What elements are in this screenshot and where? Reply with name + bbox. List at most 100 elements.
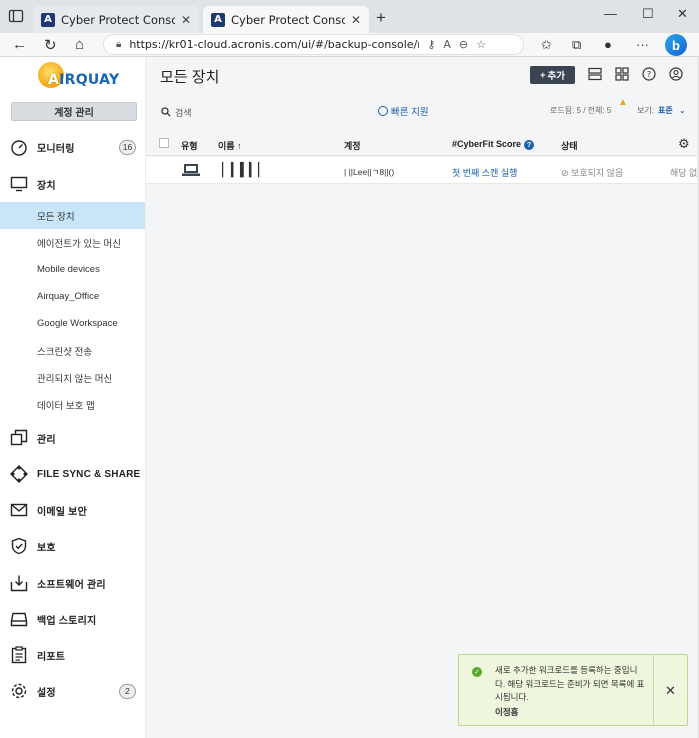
list-view-icon[interactable] <box>588 67 602 81</box>
sidebar-item-reports[interactable]: 리포트 <box>0 643 145 667</box>
address-bar[interactable]: 🔒︎ https://kr01-cloud.acronis.com/ui/#/b… <box>103 34 524 55</box>
select-all-checkbox[interactable] <box>159 138 169 148</box>
storage-icon <box>10 610 28 628</box>
svg-text:?: ? <box>647 70 651 79</box>
close-icon[interactable]: ✕ <box>351 13 361 27</box>
view-value: 표준 <box>657 106 673 115</box>
run-first-scan-link[interactable]: 첫 번째 스캔 실행 <box>452 166 517 179</box>
collections-icon[interactable]: ⧉ <box>572 37 581 53</box>
sidebar-subitem-airquay-office[interactable]: Airquay_Office <box>0 283 145 310</box>
browser-tab[interactable]: A Cyber Protect Console ✕ <box>33 6 199 33</box>
plus-icon: + <box>539 69 546 81</box>
add-button[interactable]: + 추가 <box>530 66 575 84</box>
favorites-icon[interactable]: ✩ <box>541 37 552 53</box>
sidebar-subitem-screenshot-transfer[interactable]: 스크린샷 전송 <box>0 337 145 364</box>
laptop-icon <box>181 163 201 180</box>
toast-user: 이정흠 <box>495 707 519 717</box>
key-icon[interactable]: ⚷ <box>427 38 435 51</box>
window-close-icon[interactable]: ✕ <box>677 6 688 22</box>
speedometer-icon <box>10 138 28 156</box>
bing-copilot-icon[interactable]: b <box>665 34 687 56</box>
column-name[interactable]: 이름 ↑ <box>218 139 242 152</box>
sidebar-item-monitoring[interactable]: 모니터링 16 <box>0 135 145 159</box>
column-account[interactable]: 계정 <box>344 139 361 152</box>
sidebar-item-label: 보호 <box>37 542 56 554</box>
back-arrow-icon[interactable]: ← <box>12 36 27 53</box>
add-button-label: 추가 <box>547 71 566 82</box>
browser-tab-bar: A Cyber Protect Console ✕ A Cyber Protec… <box>0 0 699 33</box>
view-selector[interactable]: 보기: 표준 ⌄ <box>637 105 686 116</box>
column-cyberfit[interactable]: #CyberFit Score? <box>452 139 535 150</box>
favorite-star-icon[interactable]: ☆ <box>476 38 486 51</box>
sidebar-subitem-machines-with-agents[interactable]: 에이전트가 있는 머신 <box>0 229 145 256</box>
close-icon[interactable]: ✕ <box>181 13 191 27</box>
warning-icon[interactable]: ▲ <box>618 97 628 108</box>
column-type[interactable]: 유형 <box>181 139 198 152</box>
maximize-icon[interactable]: ☐ <box>642 6 654 22</box>
acronis-favicon-icon: A <box>41 12 55 27</box>
help-icon[interactable]: ? <box>642 67 656 81</box>
sidebar-subitem-mobile-devices[interactable]: Mobile devices <box>0 256 145 283</box>
airquay-logo: AIRQUAY <box>36 59 126 101</box>
sidebar-item-file-sync-share[interactable]: FILE SYNC & SHARE <box>0 462 145 486</box>
sidebar-item-protection[interactable]: 보호 <box>0 534 145 558</box>
browser-tab-active[interactable]: A Cyber Protect Console ✕ <box>203 6 369 33</box>
quick-support-link[interactable]: 빠른 지원 <box>378 104 429 118</box>
toast-divider <box>653 655 654 725</box>
toast-message: 새로 추가한 워크로드를 등록하는 중입니다. 해당 워크로드는 준비가 되면 … <box>495 665 645 702</box>
sidebar-item-settings[interactable]: 설정 2 <box>0 679 145 703</box>
column-settings-gear-icon[interactable]: ⚙ <box>678 136 690 152</box>
gear-icon <box>10 682 28 700</box>
column-status[interactable]: 상태 <box>561 139 578 152</box>
new-tab-icon[interactable]: + <box>376 8 386 28</box>
lock-icon: 🔒︎ <box>116 39 122 50</box>
close-icon[interactable]: ✕ <box>665 683 676 699</box>
tab-title: Cyber Protect Console <box>231 12 345 27</box>
sidebar-item-label: FILE SYNC & SHARE <box>37 468 141 480</box>
monitor-icon <box>10 175 28 193</box>
sidebar-subitem-all-devices[interactable]: 모든 장치 <box>0 202 145 229</box>
refresh-icon[interactable]: ↻ <box>44 36 57 54</box>
home-icon[interactable]: ⌂ <box>75 36 84 53</box>
sidebar-subitem-google-workspace[interactable]: Google Workspace <box>0 310 145 337</box>
copy-icon <box>10 429 28 447</box>
loaded-count: 로드됨: 5 / 전체: 5 <box>550 106 612 115</box>
grid-view-icon[interactable] <box>615 67 629 81</box>
table-row[interactable]: ▏▎▍▎▏ | ||Lee||ㄱ8||() 첫 번째 스캔 실행 ⊘ 보호되지 … <box>146 157 699 184</box>
sidebar-item-management[interactable]: 관리 <box>0 426 145 450</box>
support-icon <box>378 106 388 116</box>
sidebar-subitem-unmanaged-machines[interactable]: 관리되지 않는 머신 <box>0 364 145 391</box>
notification-toast: ✓ 새로 추가한 워크로드를 등록하는 중입니다. 해당 워크로드는 준비가 되… <box>458 654 688 726</box>
user-account-icon[interactable] <box>669 67 683 81</box>
search-field[interactable]: 검색 <box>161 106 192 119</box>
profile-icon[interactable]: ● <box>604 37 612 52</box>
minimize-icon[interactable]: — <box>604 6 617 21</box>
sidebar-item-label: 소프트웨어 관리 <box>37 579 106 591</box>
browser-toolbar: ← ↻ ⌂ 🔒︎ https://kr01-cloud.acronis.com/… <box>0 33 699 57</box>
tab-title: Cyber Protect Console <box>61 12 175 27</box>
count-badge: 16 <box>119 139 136 155</box>
table-header: 유형 이름 ↑ 계정 #CyberFit Score? 상태 ⚙ <box>146 131 699 156</box>
device-name[interactable]: ▏▎▍▎▏ <box>222 162 268 178</box>
sidebar-item-software-management[interactable]: 소프트웨어 관리 <box>0 571 145 595</box>
search-icon <box>161 106 171 119</box>
read-aloud-icon[interactable]: A <box>443 38 451 51</box>
sidebar-item-backup-storage[interactable]: 백업 스토리지 <box>0 607 145 631</box>
sidebar-subitem-data-protection-map[interactable]: 데이터 보호 맵 <box>0 391 145 418</box>
sidebar-item-devices[interactable]: 장치 <box>0 172 145 196</box>
chevron-down-icon: ⌄ <box>676 106 686 115</box>
zoom-icon[interactable]: ⊖ <box>459 38 468 51</box>
tab-actions-icon[interactable] <box>8 8 26 26</box>
device-account: | ||Lee||ㄱ8||() <box>344 167 395 177</box>
account-management-button[interactable]: 계정 관리 <box>11 102 137 121</box>
more-menu-icon[interactable]: ··· <box>636 37 649 52</box>
shield-check-icon <box>10 537 28 555</box>
main-content: 모든 장치 + 추가 ? 검색 빠른 지원 로드됨: 5 / 전체: 5 ▲ 보… <box>146 57 699 738</box>
url-text: https://kr01-cloud.acronis.com/ui/#/back… <box>129 38 419 51</box>
sidebar-item-label: 이메일 보안 <box>37 506 87 518</box>
help-icon[interactable]: ? <box>524 139 535 150</box>
success-check-icon: ✓ <box>472 667 482 677</box>
sidebar-item-email-security[interactable]: 이메일 보안 <box>0 498 145 522</box>
page-title: 모든 장치 <box>160 69 220 86</box>
sync-share-icon <box>10 465 28 483</box>
